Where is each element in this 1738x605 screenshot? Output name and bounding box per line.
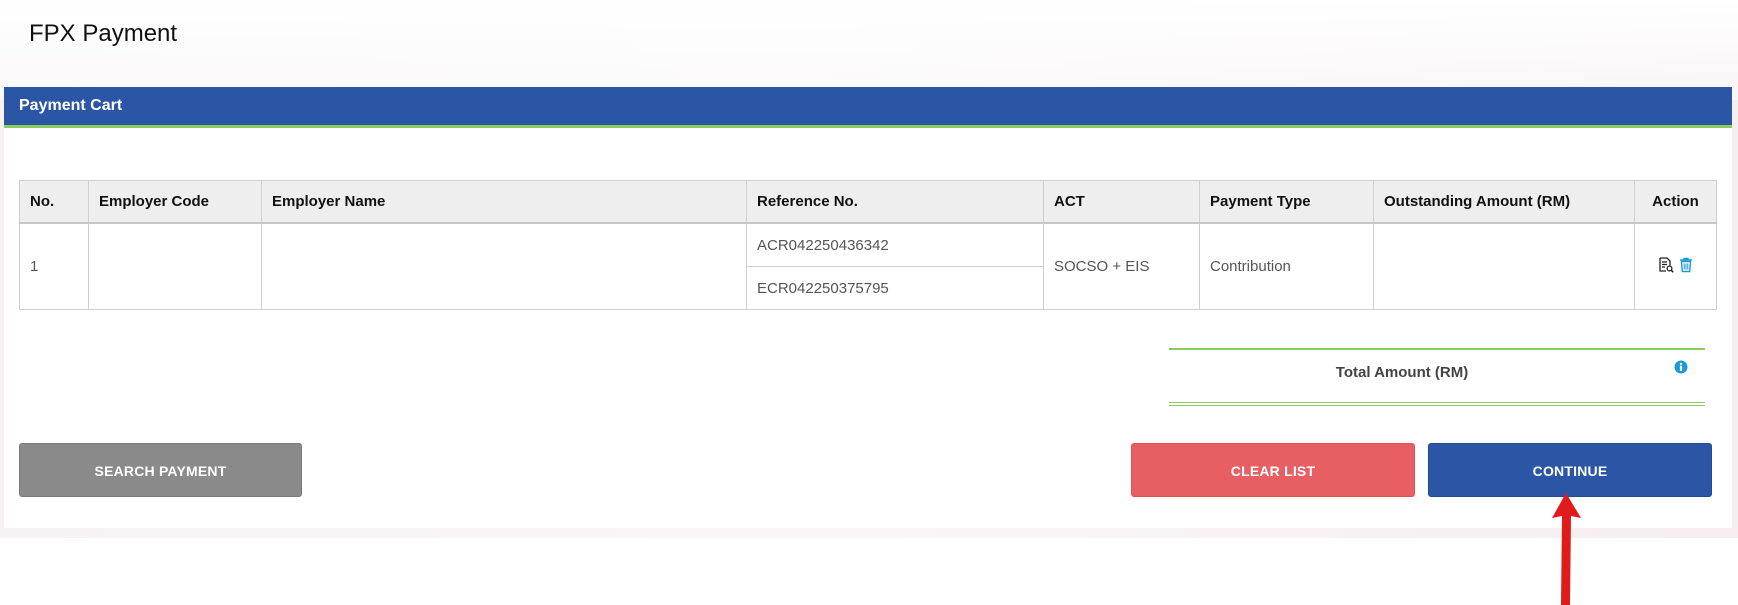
reference-no-cell: ECR042250375795 (746, 266, 1044, 310)
act-cell: SOCSO + EIS (1043, 222, 1200, 310)
reference-no-cell: ACR042250436342 (746, 222, 1044, 267)
view-document-icon[interactable] (1658, 256, 1675, 277)
column-header-action: Action (1634, 180, 1717, 224)
column-header-reference-no: Reference No. (746, 180, 1044, 224)
column-header-payment-type: Payment Type (1199, 180, 1374, 224)
header-accent-rule (4, 125, 1732, 128)
payment-type-cell: Contribution (1199, 222, 1374, 310)
payment-cart-table: No. Employer Code Employer Name Referenc… (19, 180, 1717, 310)
search-payment-button[interactable]: SEARCH PAYMENT (19, 443, 302, 497)
annotation-arrow-icon (1552, 493, 1581, 605)
column-header-act: ACT (1043, 180, 1200, 224)
trash-icon[interactable] (1679, 257, 1693, 277)
continue-button[interactable]: CONTINUE (1428, 443, 1712, 497)
clear-list-button[interactable]: CLEAR LIST (1131, 443, 1415, 497)
payment-cart-card: Payment Cart No. Employer Code Employer … (4, 87, 1732, 528)
row-number: 1 (19, 222, 89, 310)
column-header-employer-name: Employer Name (261, 180, 747, 224)
page-background-fade (0, 0, 1738, 100)
column-header-no: No. (19, 180, 89, 224)
table-row: 1 ACR042250436342 SOCSO + EIS Contributi… (19, 222, 1717, 310)
total-amount-label: Total Amount (RM) (1335, 364, 1469, 381)
outstanding-amount-cell (1373, 222, 1635, 310)
payment-cart-header: Payment Cart (4, 87, 1732, 125)
column-header-outstanding-amount: Outstanding Amount (RM) (1373, 180, 1635, 224)
info-icon[interactable] (1674, 360, 1688, 379)
column-header-employer-code: Employer Code (88, 180, 262, 224)
table-header-row: No. Employer Code Employer Name Referenc… (19, 180, 1717, 224)
employer-name-cell (261, 222, 747, 310)
employer-code-cell (88, 222, 262, 310)
page-title: FPX Payment (29, 20, 178, 47)
total-amount-box: Total Amount (RM) (1169, 348, 1705, 406)
action-cell (1634, 222, 1717, 310)
